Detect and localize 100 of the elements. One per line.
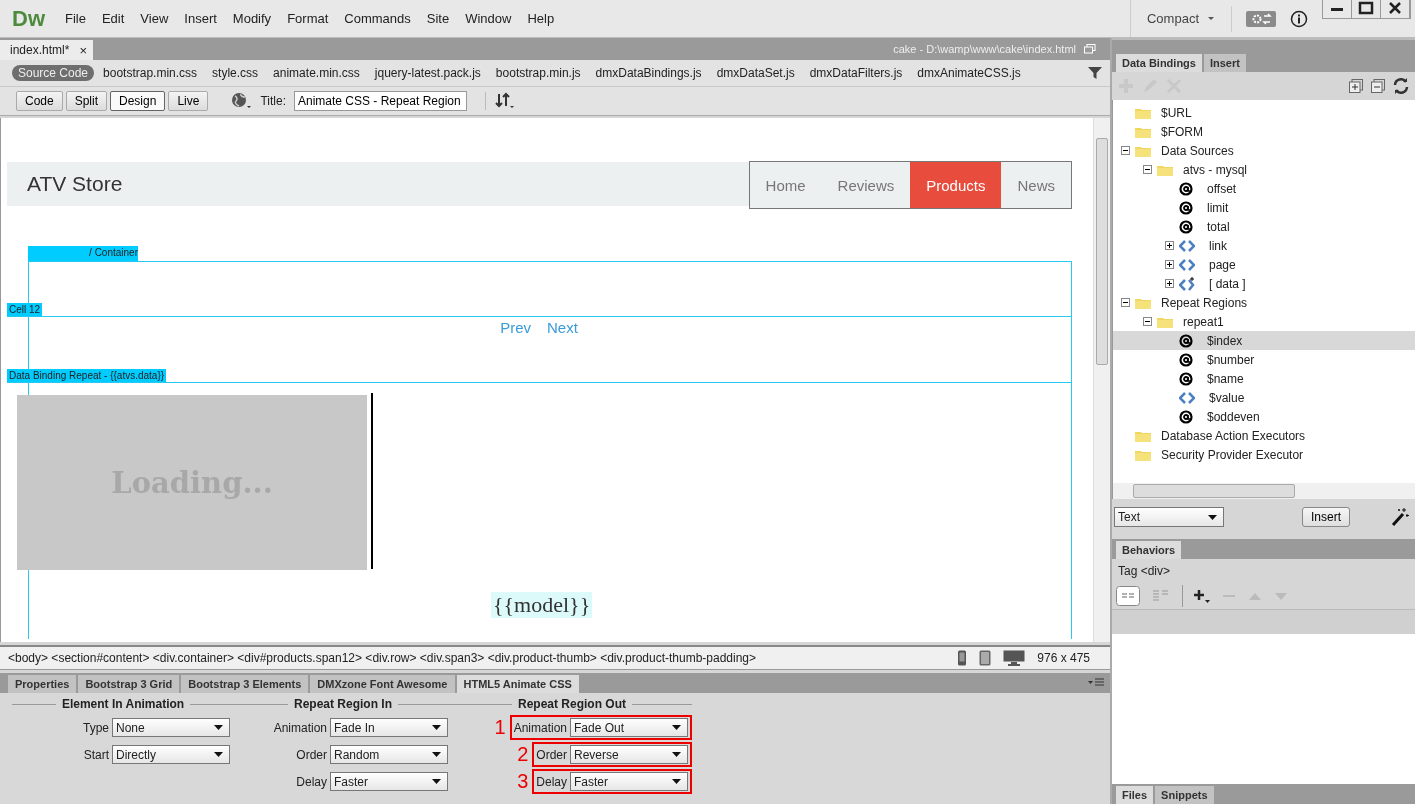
collapse-icon[interactable] — [1143, 317, 1152, 326]
info-icon[interactable] — [1290, 9, 1308, 28]
menu-item[interactable]: Window — [457, 11, 520, 26]
globe-icon[interactable] — [230, 92, 253, 110]
panel-tab[interactable]: Snippets — [1155, 786, 1214, 804]
related-file[interactable]: dmxDataFilters.js — [803, 65, 909, 81]
tree-item[interactable]: Database Action Executors — [1113, 426, 1415, 445]
tree-item[interactable]: $index — [1113, 331, 1415, 350]
nav-link[interactable]: News — [1001, 162, 1071, 208]
caret-icon — [432, 725, 441, 730]
tree-item[interactable]: Data Sources — [1113, 141, 1415, 160]
tree-item[interactable]: $URL — [1113, 103, 1415, 122]
panel-tab[interactable]: HTML5 Animate CSS — [456, 675, 579, 693]
window-size-dropdown[interactable]: 976 x 475 — [1037, 651, 1090, 665]
related-file[interactable]: Source Code — [12, 65, 95, 81]
collapse-icon[interactable] — [1121, 298, 1130, 307]
dropdown[interactable]: Fade In — [330, 718, 448, 737]
tree-item[interactable]: $name — [1113, 369, 1415, 388]
restore-icon[interactable] — [1084, 44, 1096, 54]
title-field[interactable]: Animate CSS - Repeat Region — [293, 91, 467, 111]
panel-tab[interactable]: Insert — [1203, 54, 1246, 72]
dropdown[interactable]: Fade Out — [570, 718, 688, 737]
add-icon[interactable] — [1193, 588, 1211, 604]
related-file[interactable]: animate.min.css — [267, 65, 366, 81]
dropdown[interactable]: None — [112, 718, 230, 737]
refresh-icon[interactable] — [1393, 78, 1409, 94]
dropdown[interactable]: Directly — [112, 745, 230, 764]
nav-link[interactable]: Home — [749, 162, 822, 208]
tablet-icon[interactable] — [979, 650, 992, 666]
tree-item[interactable]: $number — [1113, 350, 1415, 369]
collapse-all-icon[interactable] — [1371, 79, 1385, 93]
dropdown[interactable]: Faster — [330, 772, 448, 791]
file-path: cake - D:\wamp\www\cake\index.html — [893, 43, 1076, 55]
tree-item[interactable]: repeat1 — [1113, 312, 1415, 331]
menu-item[interactable]: Modify — [224, 11, 280, 26]
menu-item[interactable]: Help — [519, 11, 563, 26]
expand-icon[interactable] — [1165, 241, 1174, 250]
nav-link[interactable]: Products — [910, 162, 1002, 208]
app-logo: Dw — [11, 5, 46, 32]
scrollbar[interactable] — [1112, 483, 1415, 499]
view-button[interactable]: Code — [16, 91, 63, 111]
folder-icon — [1135, 106, 1151, 119]
menu-item[interactable]: Edit — [93, 11, 133, 26]
tree-item[interactable]: page — [1113, 255, 1415, 274]
panel-tab[interactable]: Behaviors — [1116, 541, 1182, 559]
menu-item[interactable]: View — [132, 11, 177, 26]
menu-item[interactable]: File — [57, 11, 94, 26]
tree-item[interactable]: link — [1113, 236, 1415, 255]
list-view-icon[interactable] — [1116, 586, 1140, 606]
related-file[interactable]: jquery-latest.pack.js — [368, 65, 487, 81]
menu-item[interactable]: Insert — [176, 11, 225, 26]
gear-icon[interactable] — [1246, 10, 1276, 27]
tree-item[interactable]: offset — [1113, 179, 1415, 198]
collapse-icon[interactable] — [1143, 165, 1152, 174]
tree-item[interactable]: $oddeven — [1113, 407, 1415, 426]
tree-item[interactable]: Repeat Regions — [1113, 293, 1415, 312]
workspace-dropdown[interactable]: Compact — [1146, 5, 1232, 32]
menu-item[interactable]: Format — [279, 11, 337, 26]
related-file[interactable]: dmxAnimateCSS.js — [911, 65, 1027, 81]
panel-tab[interactable]: Data Bindings — [1116, 54, 1202, 72]
collapse-icon[interactable] — [1121, 146, 1130, 155]
tag-selector[interactable]: <body> <section#content> <div.container> <div#products.span12> <div.row> <div.span3> <div.product-thumb> <div.product-thumb-padding> — [8, 651, 757, 665]
nav-link[interactable]: Reviews — [821, 162, 911, 208]
related-file[interactable]: bootstrap.min.css — [97, 65, 204, 81]
insert-button[interactable]: Insert — [1302, 507, 1350, 527]
options-menu-icon[interactable] — [1088, 678, 1104, 688]
related-file[interactable]: dmxDataSet.js — [710, 65, 801, 81]
tree-item[interactable]: $value — [1113, 388, 1415, 407]
view-button[interactable]: Design — [110, 91, 166, 111]
wand-icon[interactable] — [1391, 507, 1409, 527]
expand-icon[interactable] — [1165, 260, 1174, 269]
tree-item[interactable]: total — [1113, 217, 1415, 236]
related-file[interactable]: style.css — [206, 65, 265, 81]
related-file[interactable]: dmxDataBindings.js — [589, 65, 708, 81]
dropdown[interactable]: Random — [330, 745, 448, 764]
document-tab[interactable]: index.html* × — [0, 40, 93, 60]
expand-icon[interactable] — [1165, 279, 1174, 288]
view-button[interactable]: Split — [65, 91, 108, 111]
view-button[interactable]: Live — [168, 91, 209, 111]
type-dropdown[interactable]: Text — [1114, 507, 1224, 527]
panel-tab[interactable]: Properties — [8, 675, 77, 693]
dropdown[interactable]: Faster — [570, 772, 688, 791]
related-file[interactable]: bootstrap.min.js — [489, 65, 587, 81]
panel-tab[interactable]: DMXzone Font Awesome — [310, 675, 455, 693]
tree-item[interactable]: [ data ] — [1113, 274, 1415, 293]
sort-icon[interactable] — [484, 92, 516, 110]
dropdown[interactable]: Reverse — [570, 745, 688, 764]
tree-item[interactable]: atvs - mysql — [1113, 160, 1415, 179]
filter-icon[interactable] — [1088, 66, 1102, 80]
panel-tab[interactable]: Files — [1116, 786, 1154, 804]
monitor-icon[interactable] — [1003, 650, 1026, 666]
tree-item[interactable]: $FORM — [1113, 122, 1415, 141]
panel-tab[interactable]: Bootstrap 3 Grid — [78, 675, 180, 693]
panel-tab[interactable]: Bootstrap 3 Elements — [181, 675, 309, 693]
tree-item[interactable]: Security Provider Executor — [1113, 445, 1415, 464]
menu-item[interactable]: Commands — [336, 11, 419, 26]
menu-item[interactable]: Site — [418, 11, 458, 26]
expand-all-icon[interactable] — [1349, 79, 1363, 93]
tree-item[interactable]: limit — [1113, 198, 1415, 217]
phone-icon[interactable] — [957, 650, 968, 666]
